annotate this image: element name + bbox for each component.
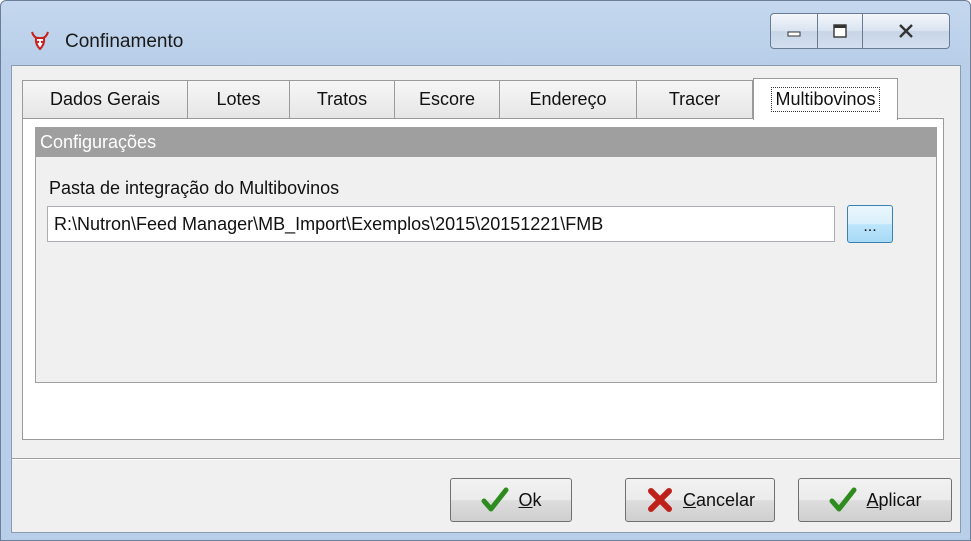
ok-accel: O: [518, 489, 533, 510]
tab-label: Dados Gerais: [49, 89, 161, 109]
tab-strip: Dados Gerais Lotes Tratos Escore Endereç…: [22, 78, 898, 120]
minimize-icon: [787, 31, 801, 37]
group-title: Configurações: [36, 128, 936, 157]
config-group: Configurações Pasta de integração do Mul…: [35, 127, 937, 383]
ok-label: Ok: [518, 490, 541, 511]
integration-folder-input[interactable]: [47, 206, 835, 242]
minimize-button[interactable]: [770, 13, 818, 49]
tab-lotes[interactable]: Lotes: [188, 80, 290, 118]
tab-tratos[interactable]: Tratos: [290, 80, 395, 118]
window-controls: [770, 13, 950, 51]
cancel-accel: C: [682, 489, 696, 510]
apply-button[interactable]: Aplicar: [798, 478, 952, 522]
ok-rest: k: [532, 489, 542, 510]
path-label: Pasta de integração do Multibovinos: [49, 178, 340, 198]
tab-label: Lotes: [216, 89, 261, 109]
tab-label: Tratos: [316, 89, 368, 109]
window-title: Confinamento: [65, 31, 184, 52]
tab-escore[interactable]: Escore: [395, 80, 500, 118]
cancel-rest: ancelar: [695, 489, 756, 510]
tab-label: Multibovinos: [771, 87, 880, 112]
dialog-window: Confinamento Dados Gerais Lotes Tratos E…: [0, 0, 971, 541]
check-icon: [481, 487, 509, 512]
tab-dados-gerais[interactable]: Dados Gerais: [22, 80, 188, 118]
close-icon: [899, 24, 913, 38]
maximize-button[interactable]: [818, 13, 863, 49]
tab-label: Escore: [418, 89, 476, 109]
close-button[interactable]: [863, 13, 950, 49]
check-icon: [829, 487, 857, 512]
maximize-icon: [833, 24, 847, 38]
tab-multibovinos[interactable]: Multibovinos: [753, 78, 898, 120]
bull-logo-icon: [31, 31, 49, 51]
cancel-label: Cancelar: [683, 490, 755, 511]
browse-button[interactable]: ...: [847, 205, 893, 243]
tab-label: Endereço: [529, 89, 607, 109]
tab-label: Tracer: [668, 89, 721, 109]
x-icon: [647, 488, 672, 512]
tab-endereco[interactable]: Endereço: [500, 80, 637, 118]
tab-page-multibovinos: Configurações Pasta de integração do Mul…: [22, 118, 944, 440]
apply-rest: plicar: [878, 489, 922, 510]
title-bar[interactable]: Confinamento: [1, 1, 970, 65]
tab-tracer[interactable]: Tracer: [637, 80, 753, 118]
ok-button[interactable]: Ok: [450, 478, 572, 522]
cancel-button[interactable]: Cancelar: [625, 478, 775, 522]
dialog-client-area: Dados Gerais Lotes Tratos Escore Endereç…: [11, 65, 961, 533]
apply-label: Aplicar: [866, 490, 921, 511]
apply-accel: A: [866, 489, 879, 510]
divider: [12, 458, 960, 460]
